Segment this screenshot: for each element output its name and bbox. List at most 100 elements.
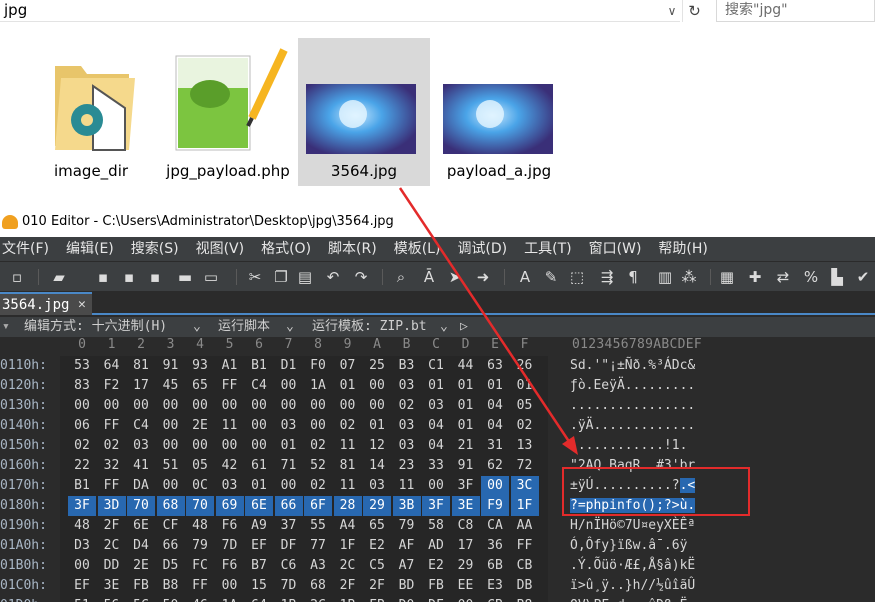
save-icon[interactable]: ▪ bbox=[94, 268, 112, 286]
hex-byte[interactable]: 3E bbox=[98, 576, 126, 596]
hex-byte[interactable]: 05 bbox=[511, 396, 539, 416]
hex-byte[interactable]: 65 bbox=[363, 516, 391, 536]
hex-byte[interactable]: 56 bbox=[98, 596, 126, 602]
hex-byte[interactable]: 00 bbox=[245, 436, 273, 456]
hex-byte[interactable]: 7D bbox=[275, 576, 303, 596]
chevron-down-icon[interactable]: ∨ bbox=[662, 1, 682, 21]
hex-byte[interactable]: 3F bbox=[422, 496, 450, 516]
folder-icon[interactable]: ▬ bbox=[176, 268, 194, 286]
hex-byte[interactable]: 02 bbox=[68, 436, 96, 456]
hex-byte[interactable]: 3B bbox=[392, 496, 421, 516]
hex-byte[interactable]: 03 bbox=[422, 396, 450, 416]
tab-3564-jpg[interactable]: 3564.jpg ✕ bbox=[0, 292, 92, 315]
hex-byte[interactable]: 01 bbox=[334, 376, 362, 396]
hex-byte[interactable]: 52 bbox=[304, 456, 332, 476]
hex-byte[interactable]: F6 bbox=[216, 556, 244, 576]
hex-byte[interactable]: 66 bbox=[274, 496, 303, 516]
address-bar[interactable]: jpg bbox=[0, 0, 680, 22]
hex-byte[interactable]: CB bbox=[481, 596, 509, 602]
menu-item[interactable]: 文件(F) bbox=[0, 237, 49, 261]
binary-icon[interactable]: ⁂ bbox=[680, 268, 698, 286]
hex-byte[interactable]: 21 bbox=[452, 436, 480, 456]
save-as-icon[interactable]: ▪ bbox=[120, 268, 138, 286]
chevron-down-icon[interactable]: ⌄ bbox=[286, 317, 294, 337]
hex-byte[interactable]: 00 bbox=[186, 396, 214, 416]
hex-byte[interactable]: 3F bbox=[452, 476, 480, 496]
cut-icon[interactable]: ✂ bbox=[246, 268, 264, 286]
hex-byte[interactable]: 01 bbox=[481, 376, 509, 396]
hex-byte[interactable]: 02 bbox=[511, 416, 539, 436]
hex-byte[interactable]: 1A bbox=[304, 376, 332, 396]
hex-byte[interactable]: 5C bbox=[127, 596, 155, 602]
hex-byte[interactable]: 2C bbox=[98, 536, 126, 556]
hex-byte[interactable]: 11 bbox=[334, 436, 362, 456]
hex-byte[interactable]: B1 bbox=[68, 476, 96, 496]
hex-byte[interactable]: 00 bbox=[275, 476, 303, 496]
hex-byte[interactable]: 68 bbox=[304, 576, 332, 596]
hex-byte[interactable]: 2F bbox=[363, 576, 391, 596]
hex-byte[interactable]: 02 bbox=[304, 476, 332, 496]
hex-byte[interactable]: 83 bbox=[68, 376, 96, 396]
hex-byte[interactable]: 01 bbox=[363, 416, 391, 436]
hex-byte[interactable]: 01 bbox=[452, 416, 480, 436]
hex-byte[interactable]: 2F bbox=[334, 576, 362, 596]
menu-item[interactable]: 脚本(R) bbox=[326, 237, 377, 261]
hex-byte[interactable]: D3 bbox=[68, 536, 96, 556]
hex-byte[interactable]: 00 bbox=[216, 436, 244, 456]
hex-byte[interactable]: 00 bbox=[275, 376, 303, 396]
hex-byte[interactable]: FF bbox=[98, 416, 126, 436]
menu-item[interactable]: 调试(D) bbox=[455, 237, 507, 261]
hex-byte[interactable]: F2 bbox=[98, 376, 126, 396]
hex-byte[interactable]: 17 bbox=[452, 536, 480, 556]
hex-byte[interactable]: 02 bbox=[393, 396, 421, 416]
hex-byte[interactable]: A7 bbox=[393, 556, 421, 576]
hex-byte[interactable]: C4 bbox=[127, 416, 155, 436]
hex-byte[interactable]: 63 bbox=[481, 356, 509, 376]
compare-icon[interactable]: ⇄ bbox=[774, 268, 792, 286]
hex-byte[interactable]: 79 bbox=[393, 516, 421, 536]
hex-byte[interactable]: 03 bbox=[393, 376, 421, 396]
undo-icon[interactable]: ↶ bbox=[324, 268, 342, 286]
hex-byte[interactable]: 11 bbox=[216, 416, 244, 436]
hex-byte[interactable]: 07 bbox=[334, 356, 362, 376]
hex-byte[interactable]: FC bbox=[186, 556, 214, 576]
hex-byte[interactable]: E3 bbox=[481, 576, 509, 596]
hex-byte[interactable]: 0C bbox=[186, 476, 214, 496]
hex-byte[interactable]: 32 bbox=[98, 456, 126, 476]
hex-byte[interactable]: FF bbox=[98, 476, 126, 496]
hex-byte[interactable]: 02 bbox=[334, 416, 362, 436]
check-icon[interactable]: ✔ bbox=[854, 268, 872, 286]
hex-byte[interactable]: 71 bbox=[275, 456, 303, 476]
hex-byte[interactable]: 25 bbox=[363, 356, 391, 376]
hex-byte[interactable]: B1 bbox=[245, 356, 273, 376]
run-template-dropdown[interactable]: 运行模板: ZIP.bt bbox=[312, 317, 427, 337]
hex-byte[interactable]: 53 bbox=[68, 356, 96, 376]
hex-byte[interactable]: 77 bbox=[304, 536, 332, 556]
hex-byte[interactable]: E2 bbox=[422, 556, 450, 576]
hex-byte[interactable]: 04 bbox=[422, 416, 450, 436]
hex-byte[interactable]: F0 bbox=[304, 356, 332, 376]
hex-byte[interactable]: 29 bbox=[452, 556, 480, 576]
calculator-icon[interactable]: ▦ bbox=[718, 268, 736, 286]
ascii-text[interactable]: .ÿÄ............. bbox=[570, 416, 695, 436]
hex-byte[interactable]: 6E bbox=[245, 496, 273, 516]
hex-byte[interactable]: 15 bbox=[245, 576, 273, 596]
hex-byte[interactable]: 01 bbox=[511, 376, 539, 396]
replace-icon[interactable]: Ᾱ bbox=[420, 268, 438, 286]
hex-byte[interactable]: D0 bbox=[393, 596, 421, 602]
hex-byte[interactable]: 6F bbox=[304, 496, 332, 516]
hex-byte[interactable]: 00 bbox=[127, 396, 155, 416]
hex-byte[interactable]: 00 bbox=[157, 396, 185, 416]
hex-byte[interactable]: A4 bbox=[334, 516, 362, 536]
hex-byte[interactable]: 1B bbox=[334, 596, 362, 602]
hex-byte[interactable]: A9 bbox=[245, 516, 273, 536]
hex-byte[interactable]: 6B bbox=[481, 556, 509, 576]
ascii-text[interactable]: Ó,Ôfy}ïßw.â¯­.6ÿ bbox=[570, 536, 687, 556]
hex-byte[interactable]: 2F bbox=[98, 516, 126, 536]
hex-byte[interactable]: 28 bbox=[333, 496, 362, 516]
clipboard-icon[interactable]: ▭ bbox=[202, 268, 220, 286]
hex-byte[interactable]: FB bbox=[127, 576, 155, 596]
hex-byte[interactable]: CB bbox=[511, 556, 539, 576]
file-item-3564-jpg[interactable]: 3564.jpg bbox=[298, 38, 430, 186]
hex-byte[interactable]: 55 bbox=[304, 516, 332, 536]
